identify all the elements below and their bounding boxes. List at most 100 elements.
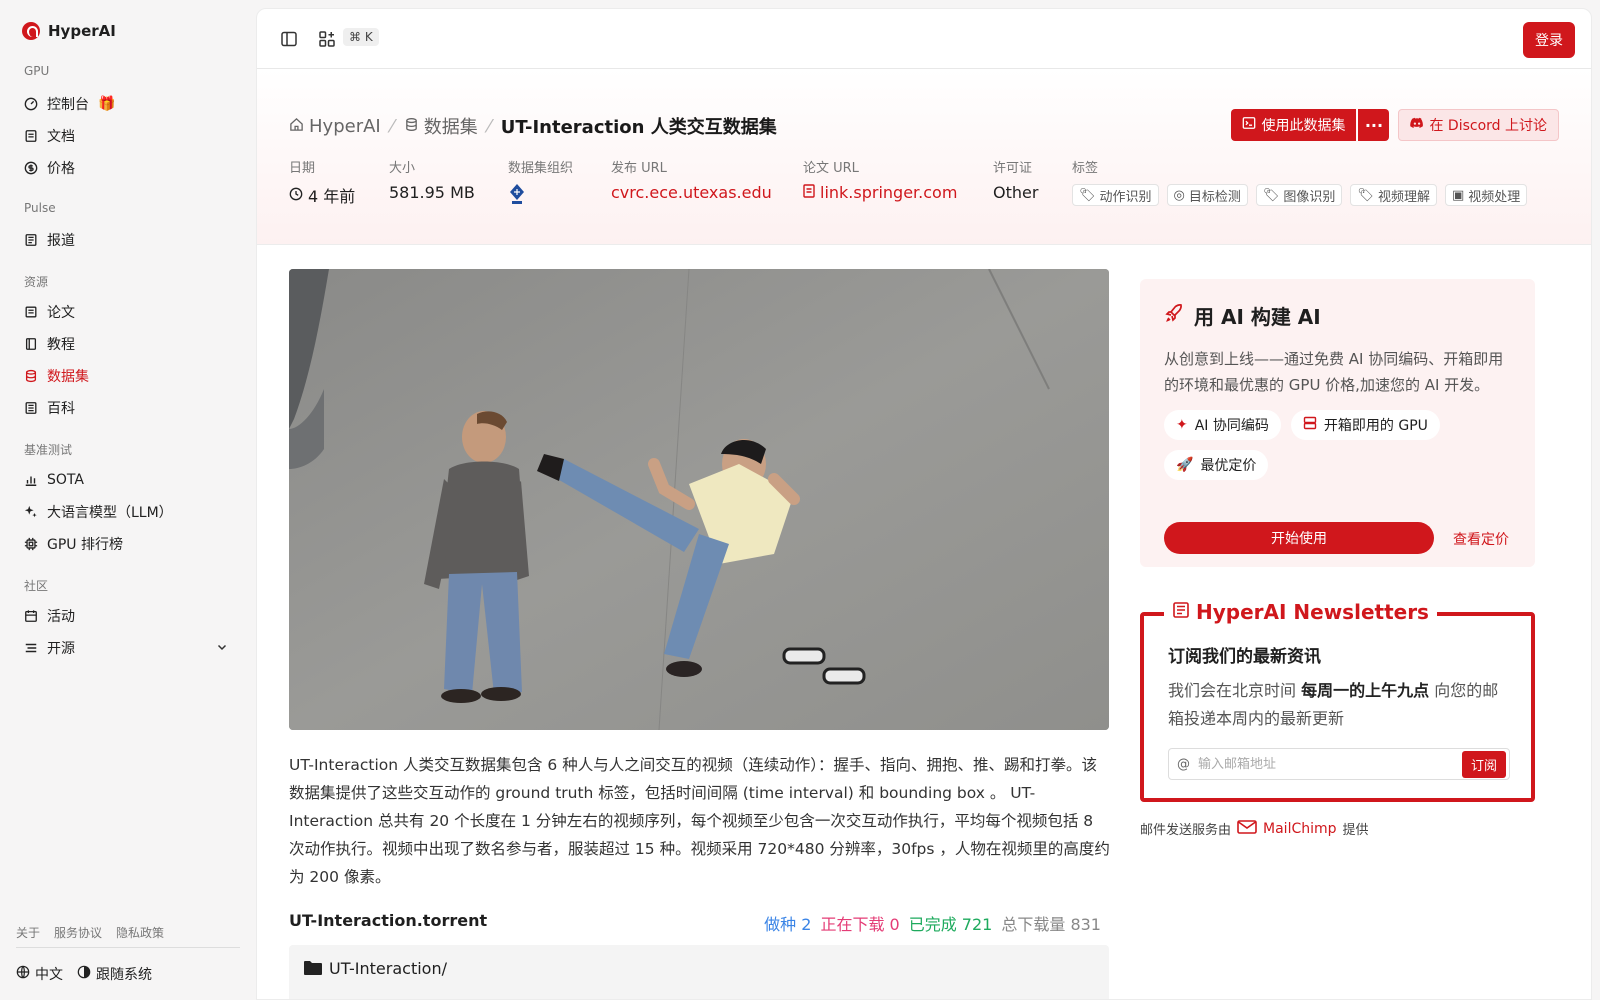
mail-icon: [1237, 819, 1257, 838]
theme-switcher[interactable]: 跟随系统: [77, 964, 152, 984]
sidebar-item-label: 报道: [47, 233, 75, 249]
home-icon: [289, 116, 304, 137]
app-name: HyperAI: [48, 22, 116, 40]
theme-label: 跟随系统: [96, 967, 152, 983]
shortcut-badge: ⌘ K: [343, 28, 379, 46]
tag-icon: 🏷: [1357, 187, 1374, 203]
dataset-header: HyperAI ⁄ 数据集 ⁄ UT-Interaction 人类交互数据集 使…: [257, 69, 1591, 245]
meta-label: 许可证: [993, 161, 1033, 176]
sidebar-item-gpu-ranking[interactable]: GPU 排行榜: [16, 530, 238, 558]
breadcrumb-label: 数据集: [423, 117, 478, 138]
topbar: ⌘ K 登录: [257, 9, 1591, 69]
sidebar-item-label: SOTA: [47, 472, 84, 488]
app-logo[interactable]: HyperAI: [22, 22, 116, 40]
sidebar-item-label: 控制台: [47, 97, 89, 113]
downloading-count: 正在下载 0: [820, 915, 900, 934]
database-icon: [24, 369, 38, 383]
tag-chip[interactable]: 🏷 动作识别: [1072, 184, 1159, 206]
tag-chip[interactable]: 🏷 图像识别: [1255, 184, 1343, 206]
ieee-logo-icon[interactable]: [508, 183, 526, 209]
provider-name: MailChimp: [1263, 820, 1337, 837]
breadcrumb-datasets[interactable]: 数据集: [404, 113, 478, 139]
section-title-resources: 资源: [24, 275, 49, 289]
sidebar-item-console[interactable]: 控制台 🎁: [16, 90, 238, 118]
ellipsis-icon: ···: [1364, 115, 1384, 135]
privacy-link[interactable]: 隐私政策: [116, 924, 164, 941]
discord-button[interactable]: 在 Discord 上讨论: [1398, 109, 1559, 141]
theme-icon: [77, 965, 91, 983]
sidebar-item-sota[interactable]: SOTA: [16, 466, 238, 494]
view-pricing-link[interactable]: 查看定价: [1453, 529, 1509, 549]
video-icon: ▣: [1451, 187, 1465, 203]
torrent-stats: 做种 2 正在下载 0 已完成 721 总下载量 831: [764, 911, 1101, 935]
sidebar-item-pricing[interactable]: 价格: [16, 154, 238, 182]
tag-chip[interactable]: 🏷 视频理解: [1350, 184, 1437, 206]
language-label: 中文: [35, 967, 63, 983]
ai-card-title-row: 用 AI 构建 AI: [1164, 301, 1511, 330]
sidebar-item-datasets[interactable]: 数据集: [16, 362, 238, 390]
newsletter-text-bold: 每周一的上午九点: [1301, 681, 1430, 700]
mailchimp-link[interactable]: MailChimp: [1237, 819, 1337, 838]
start-button[interactable]: 开始使用: [1164, 522, 1434, 554]
subscribe-button[interactable]: 订阅: [1461, 750, 1506, 778]
breadcrumb-separator: ⁄: [390, 115, 394, 137]
publish-url-link[interactable]: cvrc.ece.utexas.edu: [611, 183, 772, 202]
sidebar-item-events[interactable]: 活动: [16, 602, 238, 630]
folder-name[interactable]: UT-Interaction/: [329, 959, 447, 978]
meta-label: 发布 URL: [611, 161, 667, 176]
database-icon: [404, 116, 419, 137]
sidebar-item-llm[interactable]: 大语言模型（LLM）: [16, 498, 238, 526]
sidebar-item-tutorials[interactable]: 教程: [16, 330, 238, 358]
meta-size: 大小 581.95 MB: [389, 157, 475, 202]
terminal-icon: [1242, 116, 1256, 134]
breadcrumb-home[interactable]: HyperAI: [289, 116, 381, 137]
email-input[interactable]: [1198, 756, 1454, 772]
sidebar-item-docs[interactable]: 文档: [16, 122, 238, 150]
pill-label: AI 协同编码: [1194, 418, 1269, 434]
feature-pill: 🚀 最优定价: [1164, 450, 1269, 480]
dataset-preview-image: [289, 269, 1109, 730]
page-title: UT-Interaction 人类交互数据集: [500, 117, 777, 138]
sidebar-item-reports[interactable]: 报道: [16, 226, 238, 254]
provider-suffix: 提供: [1342, 823, 1369, 838]
sidebar-item-label: 论文: [47, 305, 75, 321]
book-icon: [24, 401, 38, 415]
tag-chip[interactable]: ▣ 视频处理: [1444, 184, 1528, 206]
ai-card-text: 从创意到上线——通过免费 AI 协同编码、开箱即用的环境和最优惠的 GPU 价格…: [1164, 350, 1504, 394]
login-button[interactable]: 登录: [1523, 22, 1575, 58]
use-dataset-button[interactable]: 使用此数据集: [1231, 109, 1357, 141]
sidebar: HyperAI GPU 控制台 🎁 文档 价格 Pulse 报道 资源 论文 教…: [0, 0, 255, 1000]
meta-label: 日期: [289, 161, 316, 176]
meta-organization: 数据集组织: [508, 157, 573, 209]
torrent-title: UT-Interaction.torrent: [289, 911, 488, 930]
more-options-button[interactable]: ···: [1357, 109, 1390, 141]
terms-link[interactable]: 服务协议: [54, 924, 102, 941]
sidebar-toggle-icon[interactable]: [279, 29, 299, 49]
sidebar-preferences: 中文 跟随系统: [16, 964, 152, 984]
language-switcher[interactable]: 中文: [16, 964, 63, 984]
license-value: Other: [993, 183, 1039, 202]
meta-date-value: 4 年前: [289, 183, 355, 207]
meta-paper-url: 论文 URL link.springer.com: [803, 157, 957, 202]
sidebar-item-label: 数据集: [47, 369, 89, 385]
tag-label: 动作识别: [1099, 189, 1152, 205]
sidebar-item-wiki[interactable]: 百科: [16, 394, 238, 422]
newspaper-icon: [1172, 600, 1190, 624]
meta-label: 标签: [1072, 161, 1099, 176]
sidebar-item-papers[interactable]: 论文: [16, 298, 238, 326]
paper-url-link[interactable]: link.springer.com: [803, 183, 957, 202]
tag-list: 🏷 动作识别 ◎ 目标检测 🏷 图像识别 🏷 视频理解 ▣ 视频处理: [1072, 184, 1528, 206]
about-link[interactable]: 关于: [16, 924, 40, 941]
tag-chip[interactable]: ◎ 目标检测: [1166, 184, 1248, 206]
globe-icon: [16, 965, 30, 983]
chevron-down-icon[interactable]: [216, 641, 228, 656]
ai-feature-pills: ✦ AI 协同编码 开箱即用的 GPU 🚀 最优定价: [1164, 410, 1444, 480]
sidebar-footer-links: 关于 服务协议 隐私政策: [16, 924, 164, 941]
section-title-community: 社区: [24, 579, 49, 593]
sidebar-item-opensource[interactable]: 开源: [16, 634, 238, 662]
command-menu-icon[interactable]: [317, 29, 337, 49]
section-title-pulse: Pulse: [24, 201, 56, 215]
provider-prefix: 邮件发送服务由: [1140, 823, 1232, 838]
folder-icon: [303, 959, 323, 981]
notebook-icon: [24, 337, 38, 351]
